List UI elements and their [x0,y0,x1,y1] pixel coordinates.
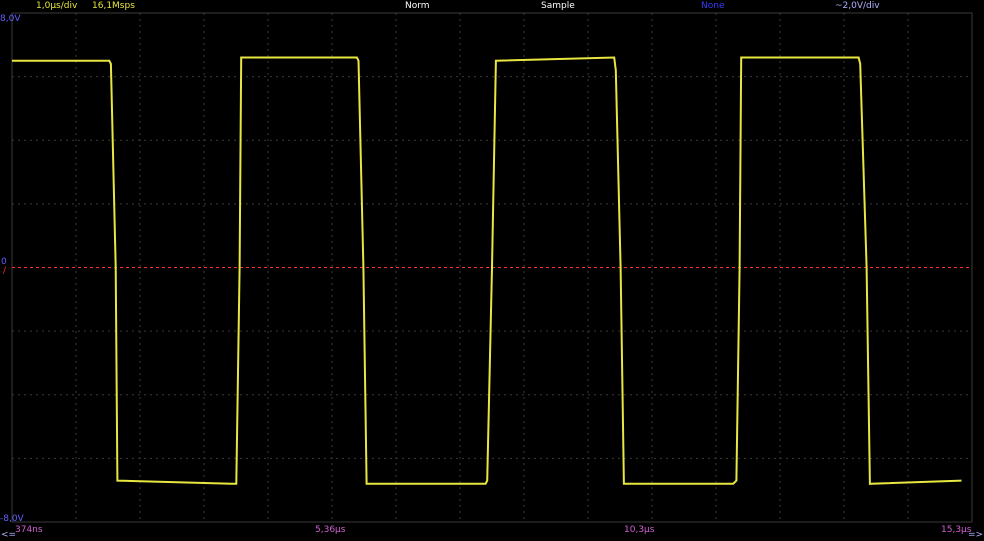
scroll-left-icon[interactable]: <= [1,529,16,541]
trigger-mode-readout[interactable]: Norm [405,0,430,12]
status-bar: 1,0µs/div 16,1Msps Norm Sample None ~2,0… [0,0,984,14]
scroll-right-icon[interactable]: => [968,529,983,541]
trigger-marker[interactable]: / [3,266,6,276]
time-mid2-label: 10,3µs [624,525,655,535]
oscilloscope-display [11,12,973,523]
acquisition-mode-readout[interactable]: Sample [541,0,575,12]
time-mid1-label: 5,36µs [315,525,346,535]
voltage-top-label: 8,0V [0,14,21,24]
timebase-readout[interactable]: 1,0µs/div [36,0,77,12]
channel-scale-readout[interactable]: ~2,0V/div [835,0,880,12]
math-readout[interactable]: None [701,0,724,12]
sample-rate-readout: 16,1Msps [92,1,135,11]
time-start-label: 374ns [15,525,43,535]
time-axis-bar: <= 374ns 5,36µs 10,3µs 15,3µs => [0,520,984,541]
channel-1-trace [12,56,962,485]
time-end-label: 15,3µs [941,525,972,535]
